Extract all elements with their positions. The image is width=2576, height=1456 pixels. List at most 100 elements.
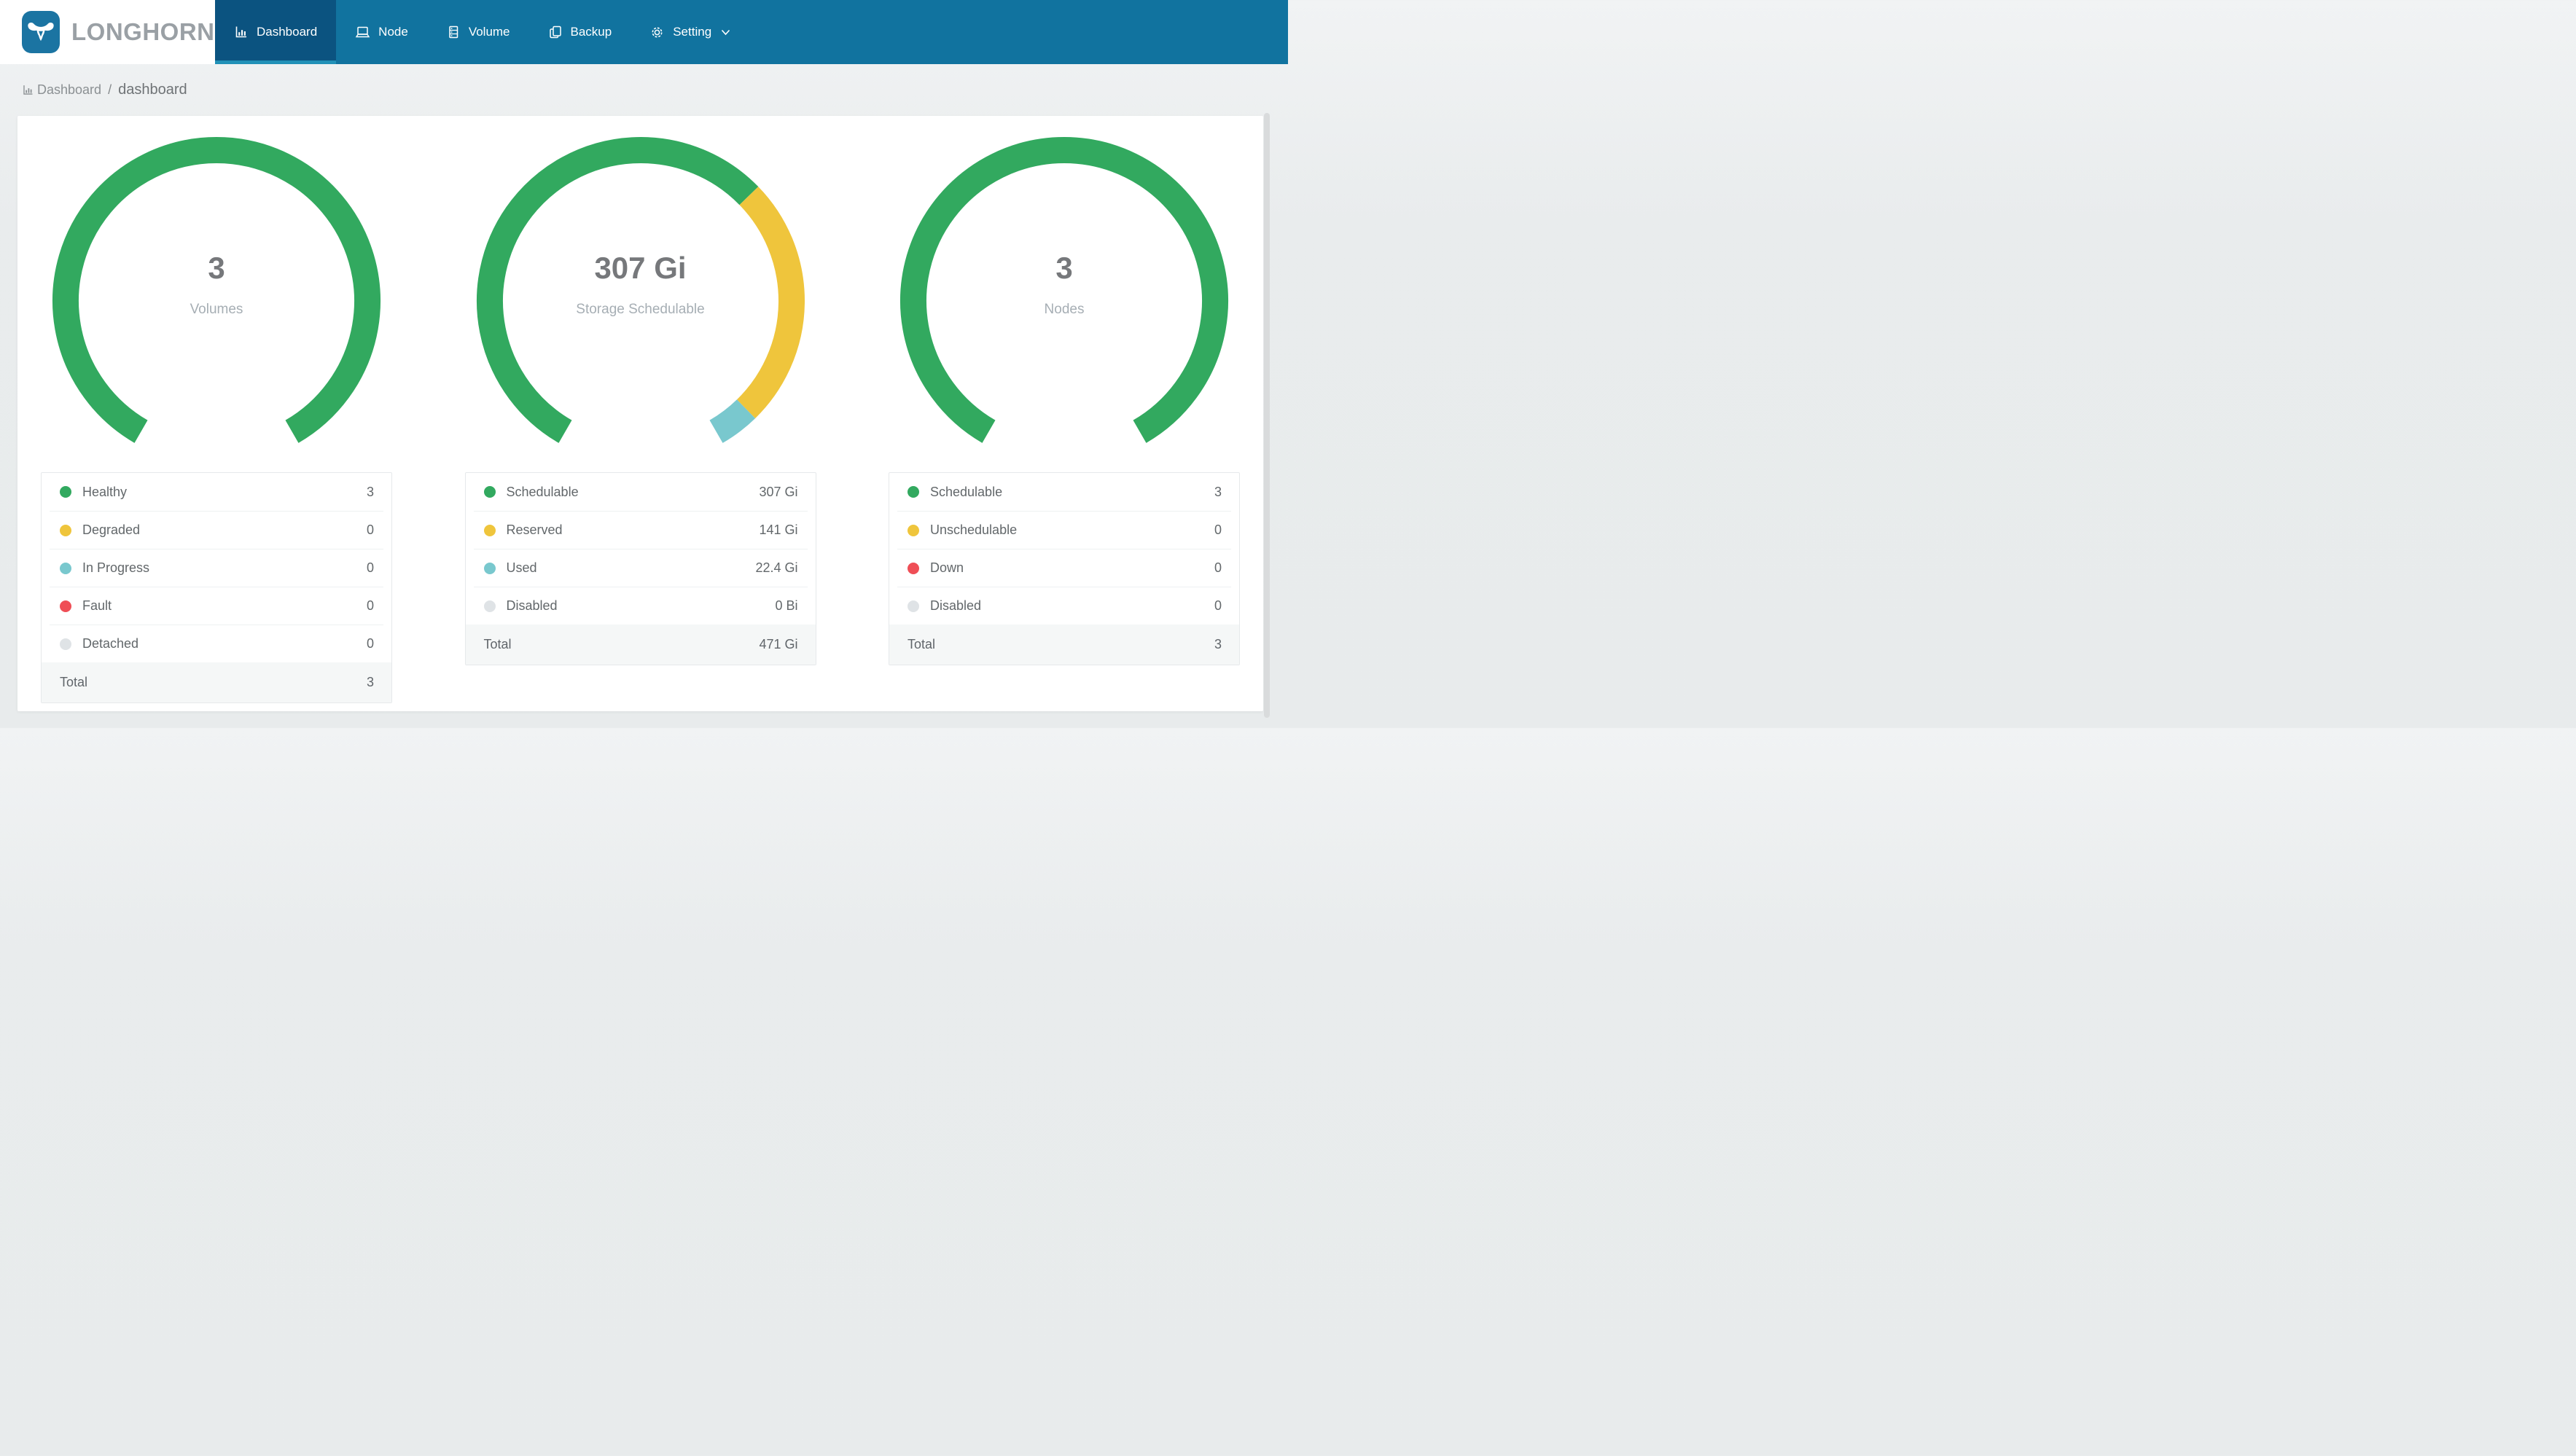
legend-value: 141 Gi — [759, 522, 798, 537]
gear-icon — [652, 27, 663, 37]
top-nav-bar: LONGHORN Dashboard Node Volume Backup Se… — [0, 0, 1288, 64]
legend-rows: Healthy 3 Degraded 0 In Progress 0 Fault 0 Detac… — [42, 473, 391, 662]
legend-color-dot — [60, 638, 71, 650]
legend-value: 0 — [1214, 560, 1222, 575]
laptop-icon — [355, 26, 370, 38]
legend-row: Schedulable 3 — [897, 473, 1231, 511]
legend-table: Healthy 3 Degraded 0 In Progress 0 Fault 0 Detac… — [41, 472, 392, 703]
gauge-segment-schedulable — [900, 137, 1228, 443]
gauge-segment-reserved — [736, 187, 805, 419]
legend-label: Down — [930, 560, 964, 575]
tab-volume[interactable]: Volume — [427, 0, 529, 64]
breadcrumb-separator: / — [108, 82, 112, 97]
bar-chart-icon — [235, 26, 246, 38]
tab-label: Setting — [673, 25, 712, 39]
legend-total-label: Total — [908, 637, 936, 651]
breadcrumb: Dashboard / dashboard — [0, 64, 1288, 116]
legend-rows: Schedulable 3 Unschedulable 0 Down 0 Disabled 0 — [889, 473, 1239, 625]
legend-value: 0 — [1214, 598, 1222, 613]
legend-total-label: Total — [483, 637, 512, 651]
tab-label: Node — [378, 25, 408, 39]
gauge-chart: 3 Volumes — [49, 133, 384, 470]
legend-color-dot — [908, 562, 919, 574]
legend-value: 0 — [366, 560, 374, 575]
legend-value: 0 — [366, 522, 374, 537]
gauge-columns: 3 Volumes Healthy 3 Degraded 0 In Progress 0 F… — [41, 133, 1240, 703]
legend-color-dot — [60, 524, 71, 536]
breadcrumb-section-label: Dashboard — [37, 82, 102, 97]
legend-row: Disabled 0 Bi — [473, 587, 808, 625]
legend-table: Schedulable 307 Gi Reserved 141 Gi Used 22.4 … — [464, 472, 816, 665]
legend-value: 0 — [366, 636, 374, 651]
legend-color-dot — [483, 600, 496, 612]
legend-color-dot — [60, 600, 71, 612]
legend-color-dot — [483, 486, 496, 498]
gauge-panel: 307 Gi Storage Schedulable Schedulable 30… — [464, 133, 816, 703]
legend-label: Disabled — [930, 598, 982, 613]
tab-dashboard[interactable]: Dashboard — [215, 0, 337, 64]
legend-value: 307 Gi — [759, 484, 798, 499]
legend-rows: Schedulable 307 Gi Reserved 141 Gi Used 22.4 … — [466, 473, 816, 625]
tab-label: Dashboard — [257, 25, 318, 39]
legend-value: 3 — [1214, 484, 1222, 499]
legend-total-value: 3 — [366, 675, 374, 689]
tab-backup[interactable]: Backup — [529, 0, 631, 64]
legend-row: Disabled 0 — [897, 587, 1231, 625]
gauge-chart: 3 Nodes — [897, 133, 1232, 470]
legend-label: Disabled — [506, 598, 558, 613]
legend-label: Detached — [82, 636, 139, 651]
bar-chart-icon — [23, 85, 33, 95]
legend-value: 22.4 Gi — [755, 560, 798, 575]
legend-row: Fault 0 — [50, 587, 383, 625]
breadcrumb-dashboard-link[interactable]: Dashboard — [22, 82, 101, 98]
legend-color-dot — [908, 600, 919, 612]
legend-label: Degraded — [82, 522, 141, 537]
legend-label: Schedulable — [506, 484, 579, 499]
legend-row: Down 0 — [897, 549, 1231, 587]
tab-node[interactable]: Node — [336, 0, 427, 64]
legend-row: Degraded 0 — [50, 511, 383, 549]
legend-label: Schedulable — [930, 484, 1003, 499]
gauge-segment-healthy — [52, 137, 380, 443]
chevron-down-icon — [722, 29, 730, 35]
legend-value: 0 — [1214, 522, 1222, 537]
legend-table: Schedulable 3 Unschedulable 0 Down 0 Disabled 0… — [889, 472, 1240, 665]
legend-label: Reserved — [506, 522, 563, 537]
legend-total-value: 471 Gi — [759, 637, 798, 651]
gauge-panel: 3 Volumes Healthy 3 Degraded 0 In Progress 0 F… — [41, 133, 392, 703]
tab-label: Volume — [468, 25, 510, 39]
gauge-chart: 307 Gi Storage Schedulable — [473, 133, 808, 470]
legend-color-dot — [60, 562, 71, 574]
copy-icon — [549, 26, 561, 39]
tab-setting[interactable]: Setting — [631, 0, 749, 64]
logo-wordmark: LONGHORN — [71, 18, 215, 45]
legend-row: In Progress 0 — [50, 549, 383, 587]
gauge-segment-schedulable — [476, 137, 758, 443]
legend-row: Detached 0 — [50, 625, 383, 662]
vertical-scrollbar-thumb[interactable] — [1264, 113, 1270, 718]
legend-label: Unschedulable — [930, 522, 1018, 537]
legend-value: 0 — [366, 598, 374, 613]
legend-total-row: Total 3 — [889, 625, 1239, 665]
longhorn-logo[interactable]: LONGHORN — [0, 0, 215, 64]
gauge-panel: 3 Nodes Schedulable 3 Unschedulable 0 Down 0 D… — [889, 133, 1240, 703]
dashboard-card: 3 Volumes Healthy 3 Degraded 0 In Progress 0 F… — [17, 116, 1263, 711]
longhorn-bull-icon — [22, 11, 60, 53]
legend-value: 3 — [366, 484, 374, 499]
legend-color-dot — [483, 524, 496, 536]
legend-row: Schedulable 307 Gi — [474, 473, 808, 511]
legend-row: Healthy 3 — [50, 473, 383, 511]
legend-color-dot — [908, 524, 919, 536]
legend-label: In Progress — [82, 560, 150, 575]
legend-total-value: 3 — [1214, 637, 1222, 651]
legend-color-dot — [908, 486, 919, 498]
legend-total-row: Total 471 Gi — [465, 625, 816, 665]
legend-row: Reserved 141 Gi — [473, 511, 808, 549]
legend-total-label: Total — [60, 675, 88, 689]
tab-label: Backup — [570, 25, 612, 39]
legend-row: Unschedulable 0 — [897, 511, 1231, 549]
legend-color-dot — [60, 486, 71, 498]
legend-row: Used 22.4 Gi — [473, 549, 808, 587]
breadcrumb-current-page: dashboard — [118, 82, 187, 98]
legend-total-row: Total 3 — [42, 662, 391, 702]
